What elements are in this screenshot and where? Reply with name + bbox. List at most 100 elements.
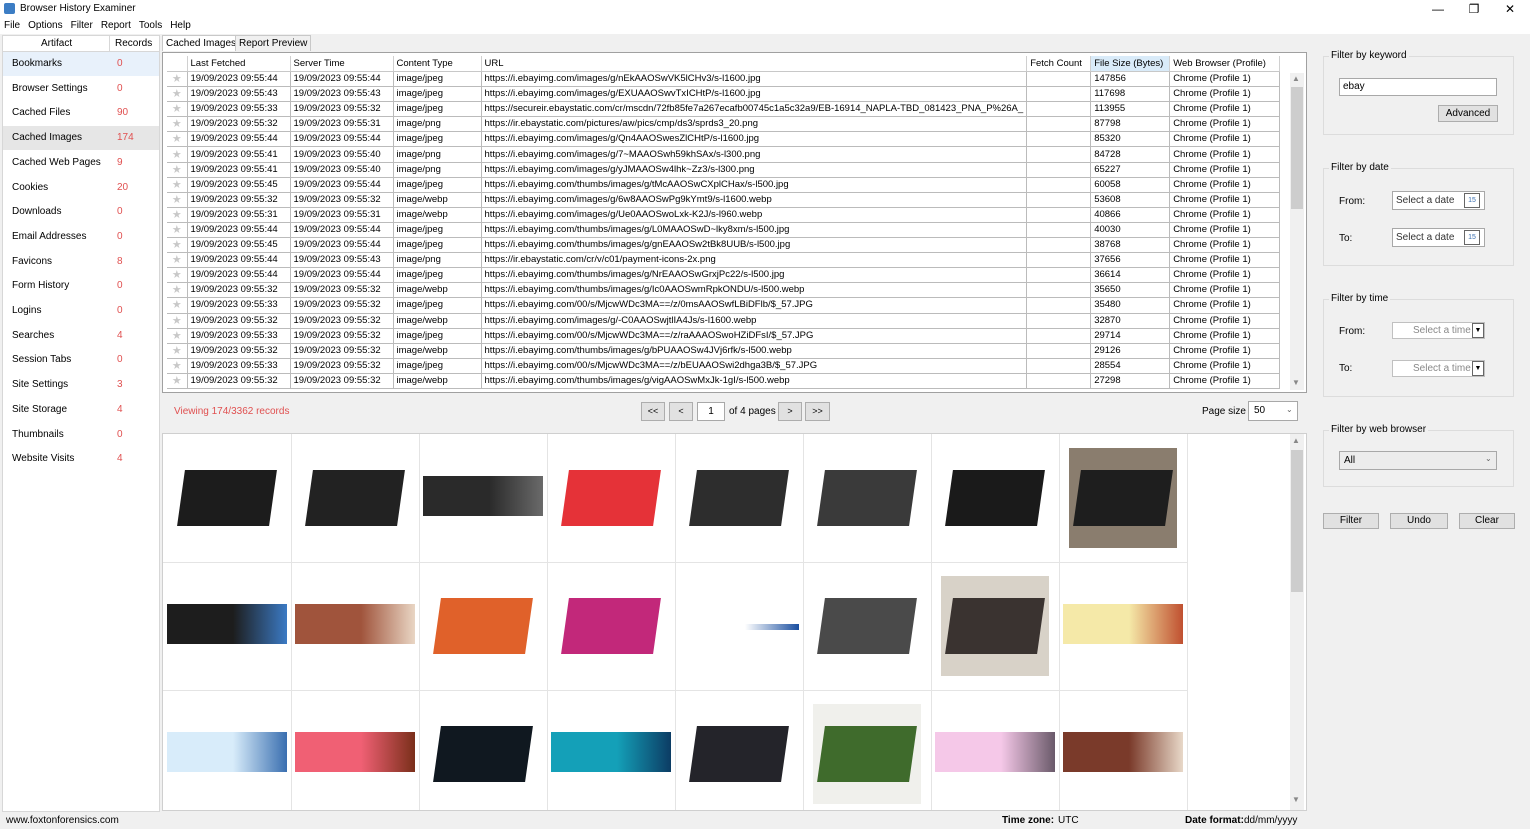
gallery-cell[interactable] (419, 562, 548, 691)
table-row[interactable]: ★ 19/09/2023 09:55:31 19/09/2023 09:55:31 i… (167, 207, 1281, 223)
table-row[interactable]: ★ 19/09/2023 09:55:45 19/09/2023 09:55:44 i… (167, 237, 1281, 254)
grid-scrollbar[interactable]: ▲ ▼ (1290, 73, 1304, 390)
gallery-cell[interactable] (291, 434, 420, 563)
artifact-item[interactable]: Cached Files 90 (3, 101, 159, 125)
artifact-item[interactable]: Searches 4 (3, 324, 159, 348)
dropdown-arrow-icon[interactable]: ▼ (1472, 323, 1484, 338)
column-header-server-time[interactable]: Server Time (290, 56, 394, 72)
table-row[interactable]: ★ 19/09/2023 09:55:44 19/09/2023 09:55:44 i… (167, 222, 1281, 239)
menu-report[interactable]: Report (97, 18, 135, 33)
gallery-cell[interactable] (1059, 434, 1188, 563)
table-row[interactable]: ★ 19/09/2023 09:55:32 19/09/2023 09:55:32 i… (167, 192, 1281, 208)
gallery-cell[interactable] (1059, 562, 1188, 691)
first-page-button[interactable]: << (641, 402, 665, 421)
scroll-down-icon[interactable]: ▼ (1292, 378, 1300, 387)
star-icon[interactable]: ★ (167, 101, 188, 118)
table-row[interactable]: ★ 19/09/2023 09:55:45 19/09/2023 09:55:44 i… (167, 177, 1281, 193)
gallery-cell[interactable] (291, 690, 420, 810)
gallery-cell[interactable] (675, 562, 804, 691)
gallery-cell[interactable] (419, 690, 548, 810)
artifact-item[interactable]: Website Visits 4 (3, 447, 159, 471)
column-header-url[interactable]: URL (481, 56, 1028, 72)
gallery-cell[interactable] (547, 690, 676, 810)
next-page-button[interactable]: > (778, 402, 802, 421)
artifact-item[interactable]: Cached Images 174 (3, 126, 159, 151)
table-row[interactable]: ★ 19/09/2023 09:55:41 19/09/2023 09:55:40 i… (167, 162, 1281, 178)
gallery-cell[interactable] (163, 690, 292, 810)
gallery-cell[interactable] (675, 434, 804, 563)
table-row[interactable]: ★ 19/09/2023 09:55:32 19/09/2023 09:55:31 i… (167, 116, 1281, 133)
last-page-button[interactable]: >> (805, 402, 830, 421)
column-header-fetch-count[interactable]: Fetch Count (1026, 56, 1092, 72)
grid-scroll-thumb[interactable] (1291, 87, 1303, 209)
menu-filter[interactable]: Filter (67, 18, 97, 33)
time-to-picker[interactable]: Select a time ▼ (1392, 360, 1485, 377)
gallery-cell[interactable] (291, 562, 420, 691)
gallery-cell[interactable] (547, 434, 676, 563)
artifact-item[interactable]: Logins 0 (3, 299, 159, 323)
gallery-cell[interactable] (931, 434, 1060, 563)
table-row[interactable]: ★ 19/09/2023 09:55:33 19/09/2023 09:55:32 i… (167, 328, 1281, 344)
star-icon[interactable]: ★ (167, 343, 188, 359)
gallery-cell[interactable] (547, 562, 676, 691)
table-row[interactable]: ★ 19/09/2023 09:55:43 19/09/2023 09:55:43 i… (167, 86, 1281, 103)
page-number-input[interactable]: 1 (697, 402, 725, 421)
tab-cached-images[interactable]: Cached Images (162, 35, 241, 51)
minimize-button[interactable]: — (1420, 0, 1456, 18)
scroll-up-icon[interactable]: ▲ (1292, 436, 1300, 445)
gallery-cell[interactable] (803, 562, 932, 691)
artifact-item[interactable]: Form History 0 (3, 274, 159, 298)
star-icon[interactable]: ★ (167, 86, 188, 103)
calendar-icon[interactable]: 15 (1464, 193, 1480, 208)
table-row[interactable]: ★ 19/09/2023 09:55:33 19/09/2023 09:55:32 i… (167, 358, 1281, 374)
table-row[interactable]: ★ 19/09/2023 09:55:33 19/09/2023 09:55:32 i… (167, 101, 1281, 118)
table-row[interactable]: ★ 19/09/2023 09:55:44 19/09/2023 09:55:43 i… (167, 252, 1281, 269)
table-row[interactable]: ★ 19/09/2023 09:55:33 19/09/2023 09:55:32 i… (167, 297, 1281, 314)
artifact-item[interactable]: Session Tabs 0 (3, 348, 159, 372)
artifact-item[interactable]: Cookies 20 (3, 176, 159, 200)
date-from-picker[interactable]: Select a date 15 (1392, 191, 1485, 210)
star-icon[interactable]: ★ (167, 192, 188, 208)
artifact-item[interactable]: Bookmarks 0 (3, 52, 159, 76)
website-link[interactable]: www.foxtonforensics.com (6, 815, 119, 826)
star-icon[interactable]: ★ (167, 313, 188, 329)
artifact-item[interactable]: Site Settings 3 (3, 373, 159, 397)
table-row[interactable]: ★ 19/09/2023 09:55:32 19/09/2023 09:55:32 i… (167, 313, 1281, 329)
table-row[interactable]: ★ 19/09/2023 09:55:32 19/09/2023 09:55:32 i… (167, 282, 1281, 299)
column-header-star[interactable] (167, 56, 188, 72)
artifact-item[interactable]: Downloads 0 (3, 200, 159, 224)
gallery-cell[interactable] (931, 562, 1060, 691)
artifact-item[interactable]: Cached Web Pages 9 (3, 151, 159, 175)
artifact-item[interactable]: Thumbnails 0 (3, 423, 159, 447)
time-from-picker[interactable]: Select a time ▼ (1392, 322, 1485, 339)
undo-button[interactable]: Undo (1390, 513, 1448, 529)
table-row[interactable]: ★ 19/09/2023 09:55:44 19/09/2023 09:55:44 i… (167, 131, 1281, 148)
close-button[interactable]: ✕ (1492, 0, 1528, 18)
scroll-up-icon[interactable]: ▲ (1292, 74, 1300, 83)
gallery-cell[interactable] (1059, 690, 1188, 810)
star-icon[interactable]: ★ (167, 207, 188, 223)
table-row[interactable]: ★ 19/09/2023 09:55:44 19/09/2023 09:55:44 i… (167, 71, 1281, 88)
gallery-scroll-thumb[interactable] (1291, 450, 1303, 592)
date-to-picker[interactable]: Select a date 15 (1392, 228, 1485, 247)
star-icon[interactable]: ★ (167, 237, 188, 254)
menu-options[interactable]: Options (24, 18, 66, 33)
star-icon[interactable]: ★ (167, 358, 188, 374)
star-icon[interactable]: ★ (167, 252, 188, 269)
calendar-icon[interactable]: 15 (1464, 230, 1480, 245)
gallery-cell[interactable] (163, 434, 292, 563)
scroll-down-icon[interactable]: ▼ (1292, 795, 1300, 804)
star-icon[interactable]: ★ (167, 267, 188, 284)
star-icon[interactable]: ★ (167, 328, 188, 344)
artifact-item[interactable]: Favicons 8 (3, 250, 159, 274)
column-header-file-size[interactable]: File Size (Bytes) (1090, 56, 1171, 72)
artifact-item[interactable]: Site Storage 4 (3, 398, 159, 422)
browser-select[interactable]: All ⌄ (1339, 451, 1497, 470)
table-row[interactable]: ★ 19/09/2023 09:55:44 19/09/2023 09:55:44 i… (167, 267, 1281, 284)
gallery-scrollbar[interactable]: ▲ ▼ (1290, 434, 1304, 810)
table-row[interactable]: ★ 19/09/2023 09:55:32 19/09/2023 09:55:32 i… (167, 343, 1281, 359)
filter-button[interactable]: Filter (1323, 513, 1379, 529)
gallery-cell[interactable] (931, 690, 1060, 810)
column-header-last-fetched[interactable]: Last Fetched (187, 56, 291, 72)
menu-file[interactable]: File (0, 18, 24, 33)
